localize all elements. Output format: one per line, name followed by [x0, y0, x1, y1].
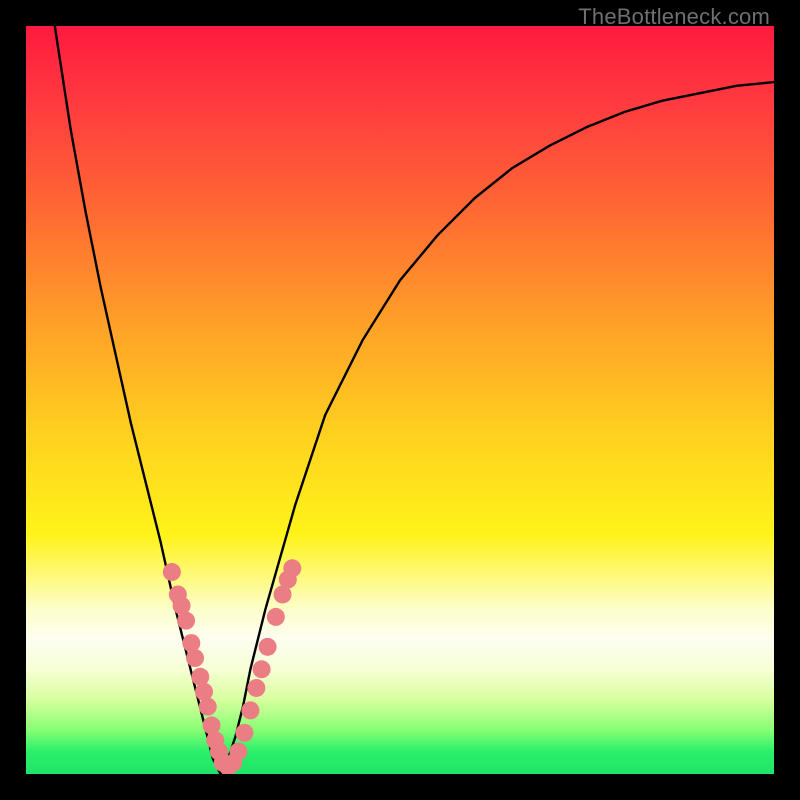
curve-layer	[26, 26, 774, 774]
data-marker	[191, 668, 209, 686]
data-marker	[229, 743, 247, 761]
bottleneck-curve	[26, 26, 774, 774]
data-marker	[199, 698, 217, 716]
chart-frame: TheBottleneck.com	[0, 0, 800, 800]
data-marker	[241, 701, 259, 719]
data-marker	[203, 716, 221, 734]
data-marker	[259, 638, 277, 656]
data-marker	[182, 634, 200, 652]
data-marker	[163, 563, 181, 581]
data-marker	[177, 612, 195, 630]
data-marker	[235, 724, 253, 742]
data-marker	[186, 649, 204, 667]
data-marker	[195, 683, 213, 701]
curve-markers	[163, 559, 301, 774]
watermark-text: TheBottleneck.com	[578, 4, 770, 30]
data-marker	[283, 559, 301, 577]
data-marker	[253, 660, 271, 678]
data-marker	[267, 608, 285, 626]
data-marker	[247, 679, 265, 697]
plot-area	[26, 26, 774, 774]
